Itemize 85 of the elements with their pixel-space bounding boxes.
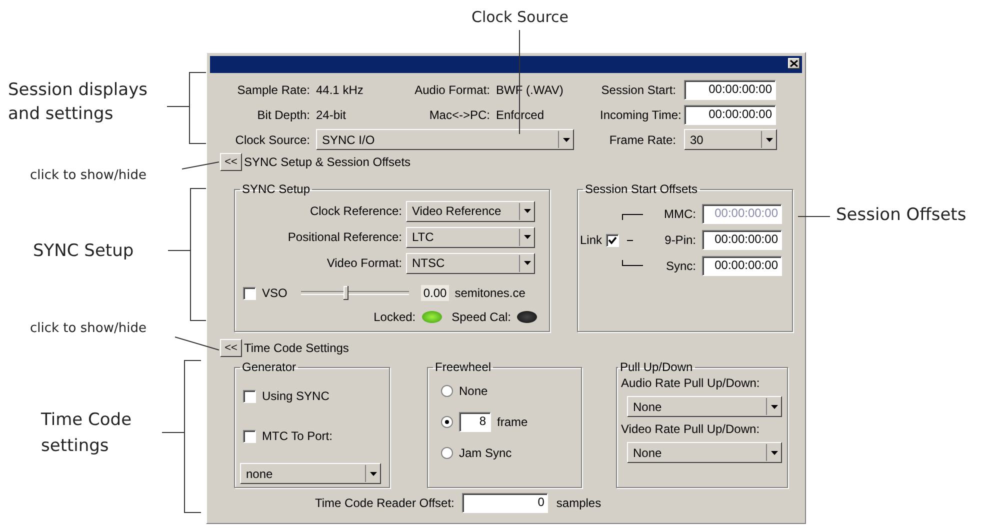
radio-button[interactable] (441, 385, 453, 397)
group-title: Pull Up/Down (619, 360, 694, 374)
callout-label: click to show/hide (30, 321, 146, 336)
radio-button[interactable] (441, 416, 453, 428)
checkbox-label: MTC To Port: (262, 429, 332, 443)
field-label: Audio Rate Pull Up/Down: (621, 376, 761, 390)
callout-label: Clock Source (470, 8, 570, 26)
dropdown-arrow-icon (519, 228, 534, 246)
dropdown-arrow-icon (365, 465, 380, 482)
field-label: Sync: (664, 259, 696, 273)
dropdown-arrow-icon (558, 131, 573, 148)
field-label: MMC: (663, 207, 696, 221)
radio-label: None (459, 384, 488, 398)
time-field[interactable]: 00:00:00:00 (702, 256, 782, 276)
leader-line (182, 162, 220, 170)
slider-value: 0.00 (421, 285, 449, 301)
dropdown-arrow-icon (766, 444, 781, 461)
field-label: Time Code Reader Offset: (315, 496, 454, 510)
radio-label: Jam Sync (459, 446, 512, 460)
bracket-icon (622, 260, 643, 266)
section-label: Time Code Settings (244, 341, 349, 355)
field-label: Audio Format: (414, 82, 490, 96)
dropdown[interactable]: None (627, 442, 782, 463)
field-label: Clock Source: (234, 132, 310, 146)
unit-label: semitones.ce (454, 286, 526, 300)
time-field[interactable]: 00:00:00:00 (684, 104, 776, 124)
field-label: Frame Rate: (608, 132, 677, 146)
indicator-label: Locked: (374, 310, 416, 324)
group-title: Generator (241, 360, 298, 374)
field-label: Sample Rate: (236, 82, 310, 96)
field-label: Video Format: (326, 256, 402, 270)
checkbox[interactable] (606, 234, 620, 246)
radio-label: frame (497, 415, 528, 429)
field-label: Video Rate Pull Up/Down: (621, 422, 761, 436)
callout-label: Session displays and settings (8, 79, 148, 126)
unit-label: samples (556, 496, 602, 510)
field-label: Bit Depth: (256, 108, 310, 122)
dropdown[interactable]: none (240, 463, 381, 484)
group-title: Session Start Offsets (584, 182, 698, 196)
field-label: 9-Pin: (664, 233, 696, 247)
bracket-icon (622, 214, 643, 220)
slider-thumb[interactable] (344, 286, 349, 300)
dropdown[interactable]: LTC (406, 226, 535, 248)
group-title: Freewheel (434, 360, 492, 374)
field-value: 24-bit (315, 108, 348, 122)
number-field[interactable]: 8 (459, 412, 491, 432)
field-label: Mac<->PC: (428, 108, 490, 122)
checkbox-label: VSO (262, 286, 288, 300)
slider[interactable] (299, 286, 412, 300)
checkbox-label: Using SYNC (262, 389, 330, 403)
dropdown[interactable]: 30 (684, 129, 777, 150)
section-label: SYNC Setup & Session Offsets (244, 155, 411, 169)
close-button[interactable] (788, 58, 800, 69)
leader-line (174, 336, 220, 350)
field-label: Positional Reference: (286, 230, 402, 244)
callout-label: Time Code settings (41, 409, 133, 458)
field-label: Session Start: (600, 82, 677, 96)
number-field[interactable]: 0 (462, 493, 548, 513)
callout-label: click to show/hide (30, 168, 146, 183)
callout-label: SYNC Setup (33, 241, 134, 261)
radio-button[interactable] (441, 447, 453, 459)
time-field[interactable]: 00:00:00:00 (684, 80, 776, 100)
dropdown[interactable]: Video Reference (406, 200, 535, 222)
dropdown-arrow-icon (519, 202, 534, 220)
dropdown[interactable]: None (627, 396, 782, 417)
time-field[interactable]: 00:00:00:00 (702, 230, 782, 250)
checkbox-label: Link (580, 233, 602, 247)
leader-line (798, 216, 830, 217)
field-value: 44.1 kHz (315, 82, 364, 96)
dropdown[interactable]: SYNC I/O (316, 129, 574, 150)
dropdown-arrow-icon (766, 398, 781, 415)
checkbox[interactable] (243, 390, 256, 402)
dropdown[interactable]: NTSC (406, 252, 535, 274)
field-label: Clock Reference: (308, 204, 402, 218)
field-label: Incoming Time: (600, 108, 682, 122)
indicator-label: Speed Cal: (452, 310, 511, 324)
dropdown-arrow-icon (761, 131, 776, 148)
collapse-button[interactable]: << (220, 339, 242, 357)
collapse-button[interactable]: << (220, 153, 242, 171)
group-title: SYNC Setup (241, 182, 312, 196)
dropdown-arrow-icon (519, 254, 534, 272)
callout-label: Session Offsets (836, 205, 966, 225)
checkbox[interactable] (243, 286, 256, 300)
bracket (166, 72, 206, 144)
checkbox[interactable] (243, 430, 256, 442)
